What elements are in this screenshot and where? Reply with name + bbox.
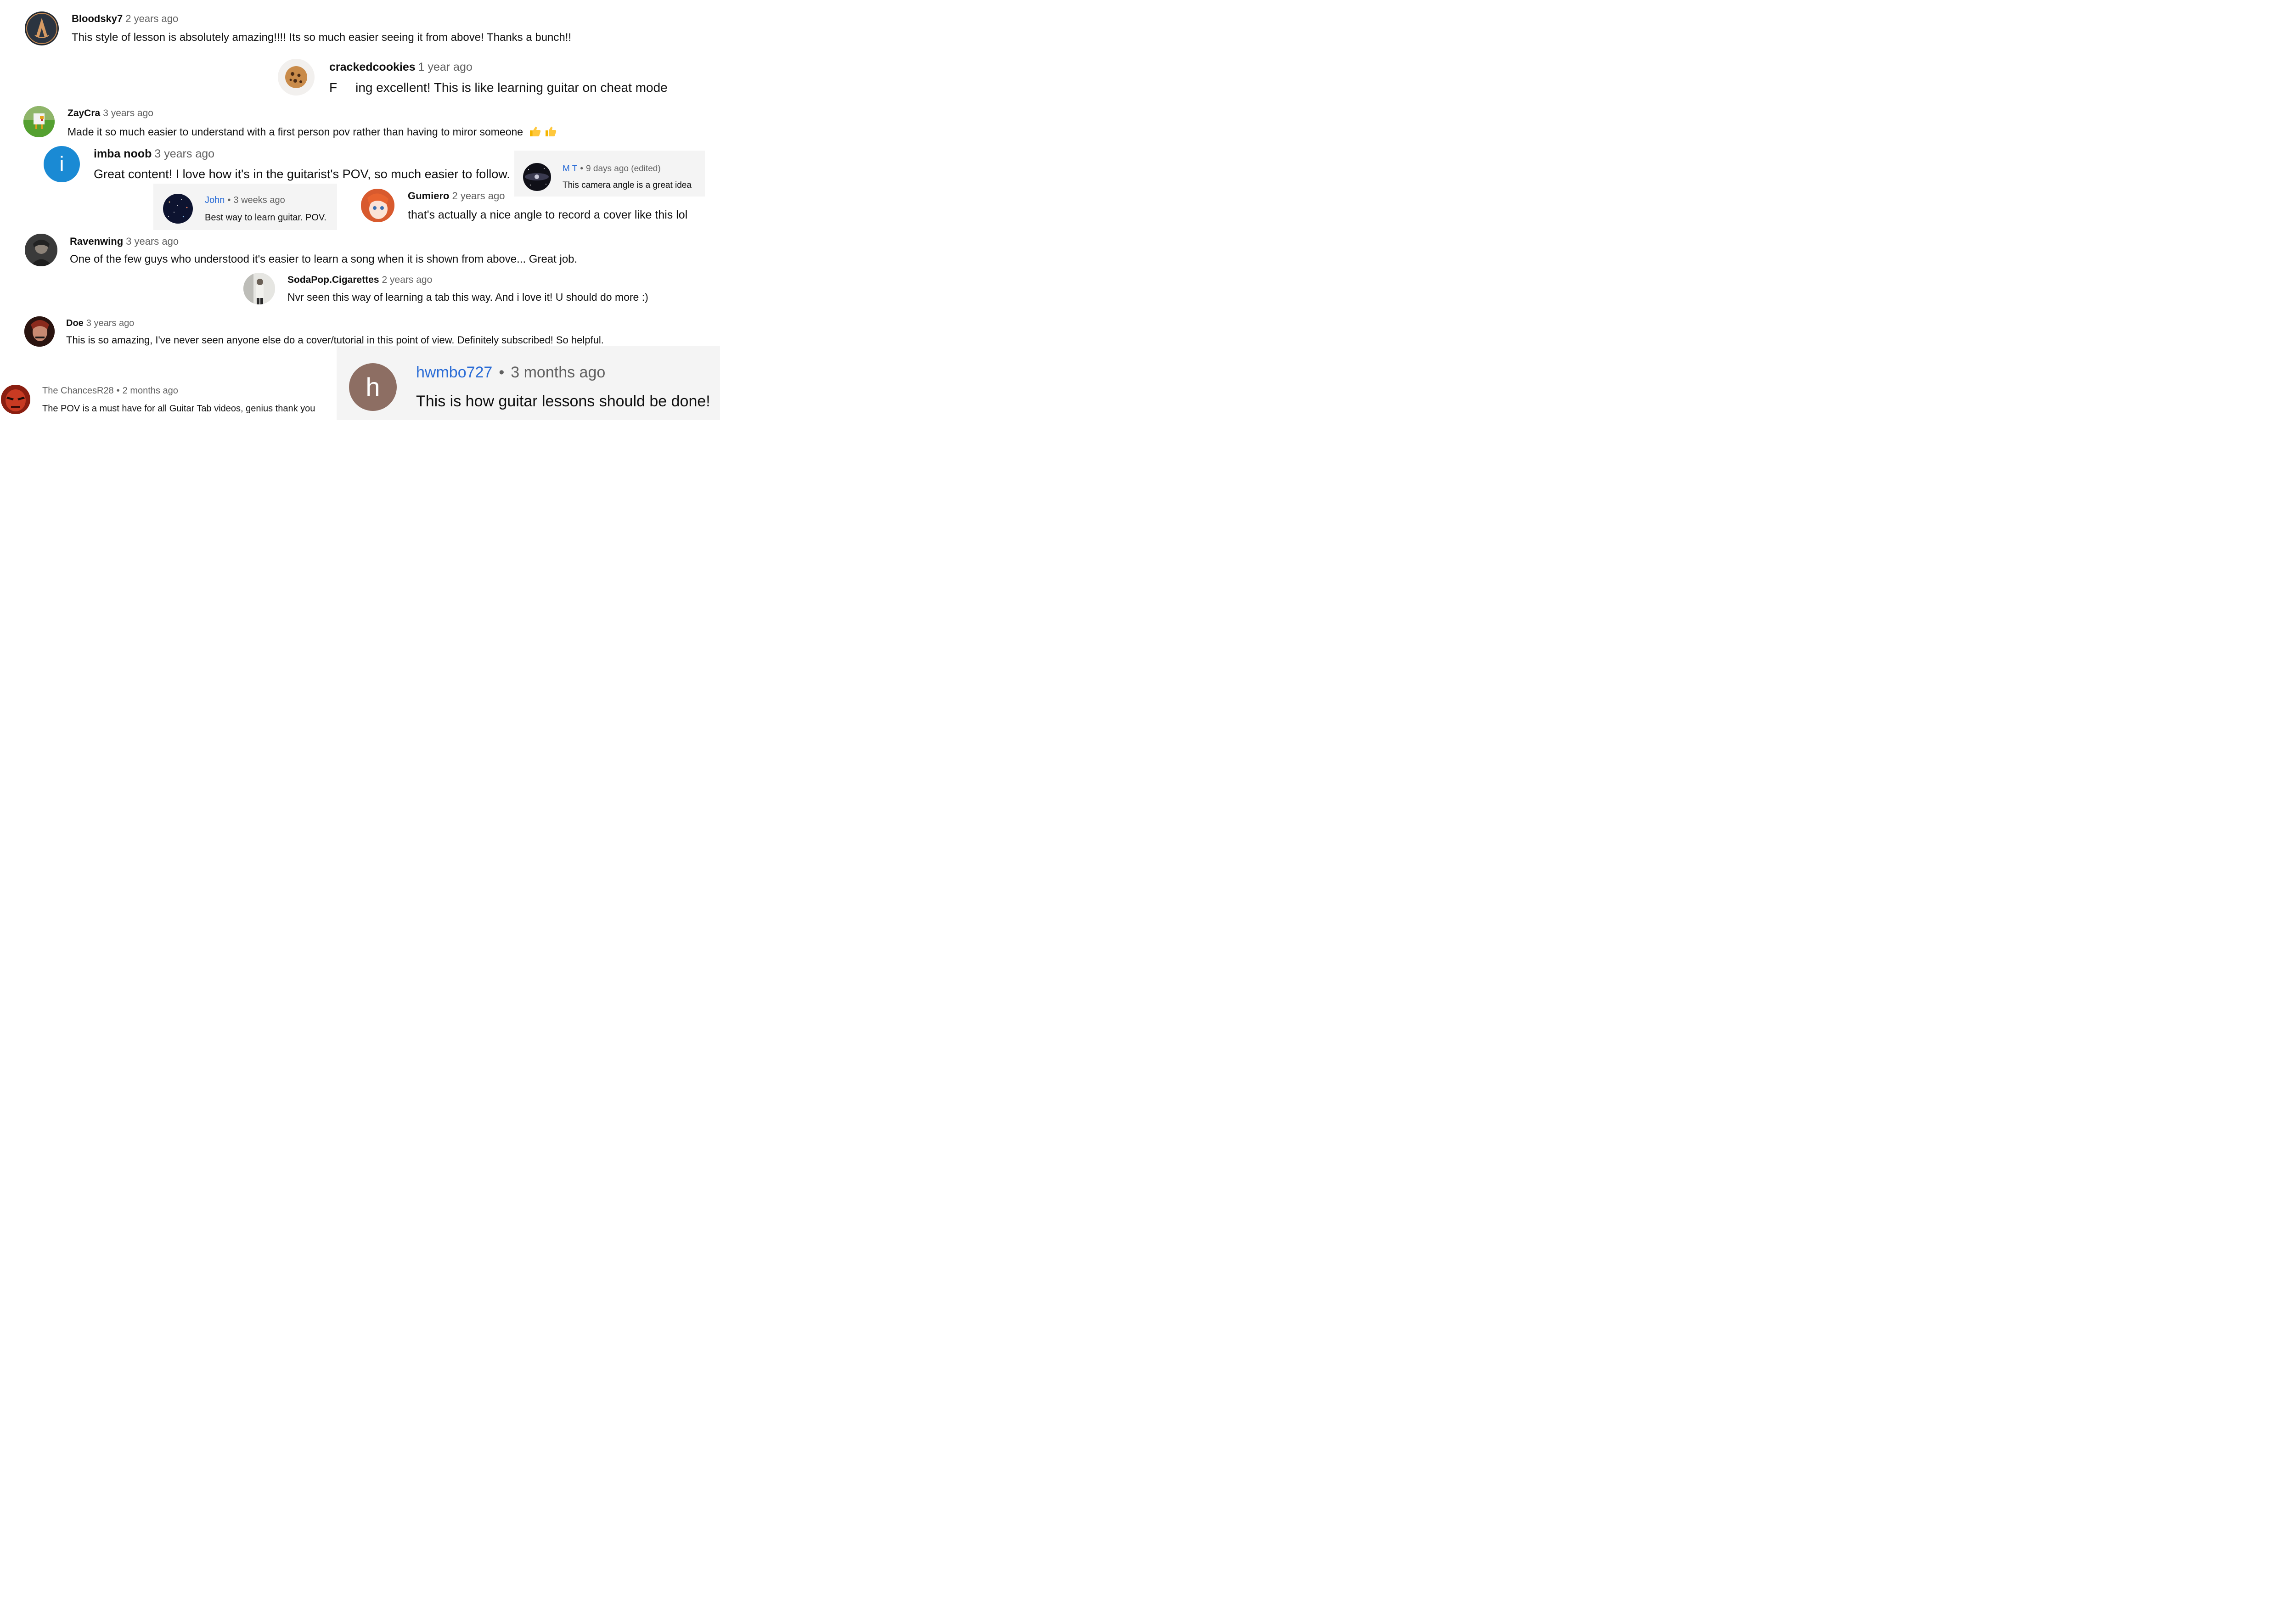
avatar-letter[interactable]: i: [44, 146, 80, 182]
person-photo-icon[interactable]: [25, 234, 57, 266]
galaxy-icon[interactable]: [523, 163, 551, 191]
censored-word: [337, 81, 356, 94]
separator-dot: •: [227, 195, 231, 205]
comment-text: that's actually a nice angle to record a…: [408, 208, 688, 221]
author-name[interactable]: Bloodsky7: [72, 13, 123, 24]
comment-body: Made it so much easier to understand wit…: [68, 126, 523, 138]
timestamp[interactable]: 2 years ago: [452, 190, 505, 202]
avatar-letter[interactable]: h: [349, 363, 397, 411]
comment-text: Best way to learn guitar. POV.: [205, 213, 326, 223]
author-name[interactable]: SodaPop.Cigarettes: [287, 275, 379, 285]
comment-header: ZayCra 3 years ago: [68, 108, 153, 118]
comment-header: imba noob 3 years ago: [94, 148, 214, 160]
author-name[interactable]: imba noob: [94, 147, 152, 160]
author-name[interactable]: hwmbo727: [416, 364, 492, 381]
red-mask-icon[interactable]: [1, 385, 30, 414]
timestamp[interactable]: 3 weeks ago: [233, 195, 285, 205]
timestamp[interactable]: 3 years ago: [154, 147, 214, 160]
person-photo-icon[interactable]: [243, 273, 275, 304]
comment-text: Made it so much easier to understand wit…: [68, 125, 557, 137]
comment-text: The POV is a must have for all Guitar Ta…: [42, 404, 315, 414]
comment-header: SodaPop.Cigarettes 2 years ago: [287, 275, 432, 285]
comment-text-end: ing excellent! This is like learning gui…: [355, 80, 668, 95]
comment-text: Great content! I love how it's in the gu…: [94, 167, 510, 181]
comment-text: This style of lesson is absolutely amazi…: [72, 31, 572, 44]
blocky-chicken-icon[interactable]: [23, 106, 55, 137]
author-name[interactable]: crackedcookies: [329, 61, 416, 73]
comment-text: One of the few guys who understood it's …: [70, 253, 578, 265]
timestamp[interactable]: 2 years ago: [125, 13, 178, 24]
anime-girl-icon[interactable]: [361, 189, 394, 222]
comment-text-start: F: [329, 80, 338, 95]
author-name[interactable]: Doe: [66, 318, 84, 328]
cookie-icon[interactable]: [278, 59, 315, 96]
timestamp[interactable]: 9 days ago (edited): [586, 164, 661, 174]
comment-header: The ChancesR28 • 2 months ago: [42, 386, 178, 395]
separator-dot: •: [580, 164, 584, 174]
comment-header: M T • 9 days ago (edited): [563, 164, 661, 173]
author-name[interactable]: Gumiero: [408, 190, 449, 202]
comment-header: Doe 3 years ago: [66, 319, 134, 328]
timestamp[interactable]: 3 years ago: [103, 108, 153, 118]
comment-text: This camera angle is a great idea: [563, 180, 692, 190]
author-name[interactable]: ZayCra: [68, 108, 100, 118]
comment-header: Bloodsky7 2 years ago: [72, 14, 178, 24]
assassin-emblem-icon[interactable]: [25, 11, 59, 45]
thumbs-up-icon: [544, 125, 557, 137]
separator-dot: •: [499, 364, 505, 381]
comment-text: Nvr seen this way of learning a tab this…: [287, 291, 648, 303]
timestamp[interactable]: 3 months ago: [511, 364, 605, 381]
author-name[interactable]: M T: [563, 164, 577, 174]
comment-header: Gumiero 2 years ago: [408, 191, 505, 201]
timestamp[interactable]: 2 months ago: [123, 386, 178, 396]
comment-text: F ing excellent! This is like learning g…: [329, 81, 668, 94]
separator-dot: •: [116, 386, 120, 396]
author-name[interactable]: The ChancesR28: [42, 386, 114, 396]
timestamp[interactable]: 1 year ago: [418, 61, 473, 73]
author-name[interactable]: Ravenwing: [70, 236, 123, 247]
author-name[interactable]: John: [205, 195, 225, 205]
comment-header: hwmbo727 • 3 months ago: [416, 365, 605, 380]
timestamp[interactable]: 2 years ago: [382, 275, 433, 285]
person-photo-icon[interactable]: [24, 316, 55, 347]
starfield-icon[interactable]: [163, 194, 193, 224]
timestamp[interactable]: 3 years ago: [86, 318, 135, 328]
comment-header: crackedcookies 1 year ago: [329, 62, 473, 73]
comment-header: John • 3 weeks ago: [205, 196, 285, 205]
comment-text: This is how guitar lessons should be don…: [416, 393, 710, 410]
timestamp[interactable]: 3 years ago: [126, 236, 179, 247]
comment-text: This is so amazing, I've never seen anyo…: [66, 334, 604, 346]
comment-header: Ravenwing 3 years ago: [70, 236, 179, 247]
thumbs-up-icon: [529, 125, 541, 137]
